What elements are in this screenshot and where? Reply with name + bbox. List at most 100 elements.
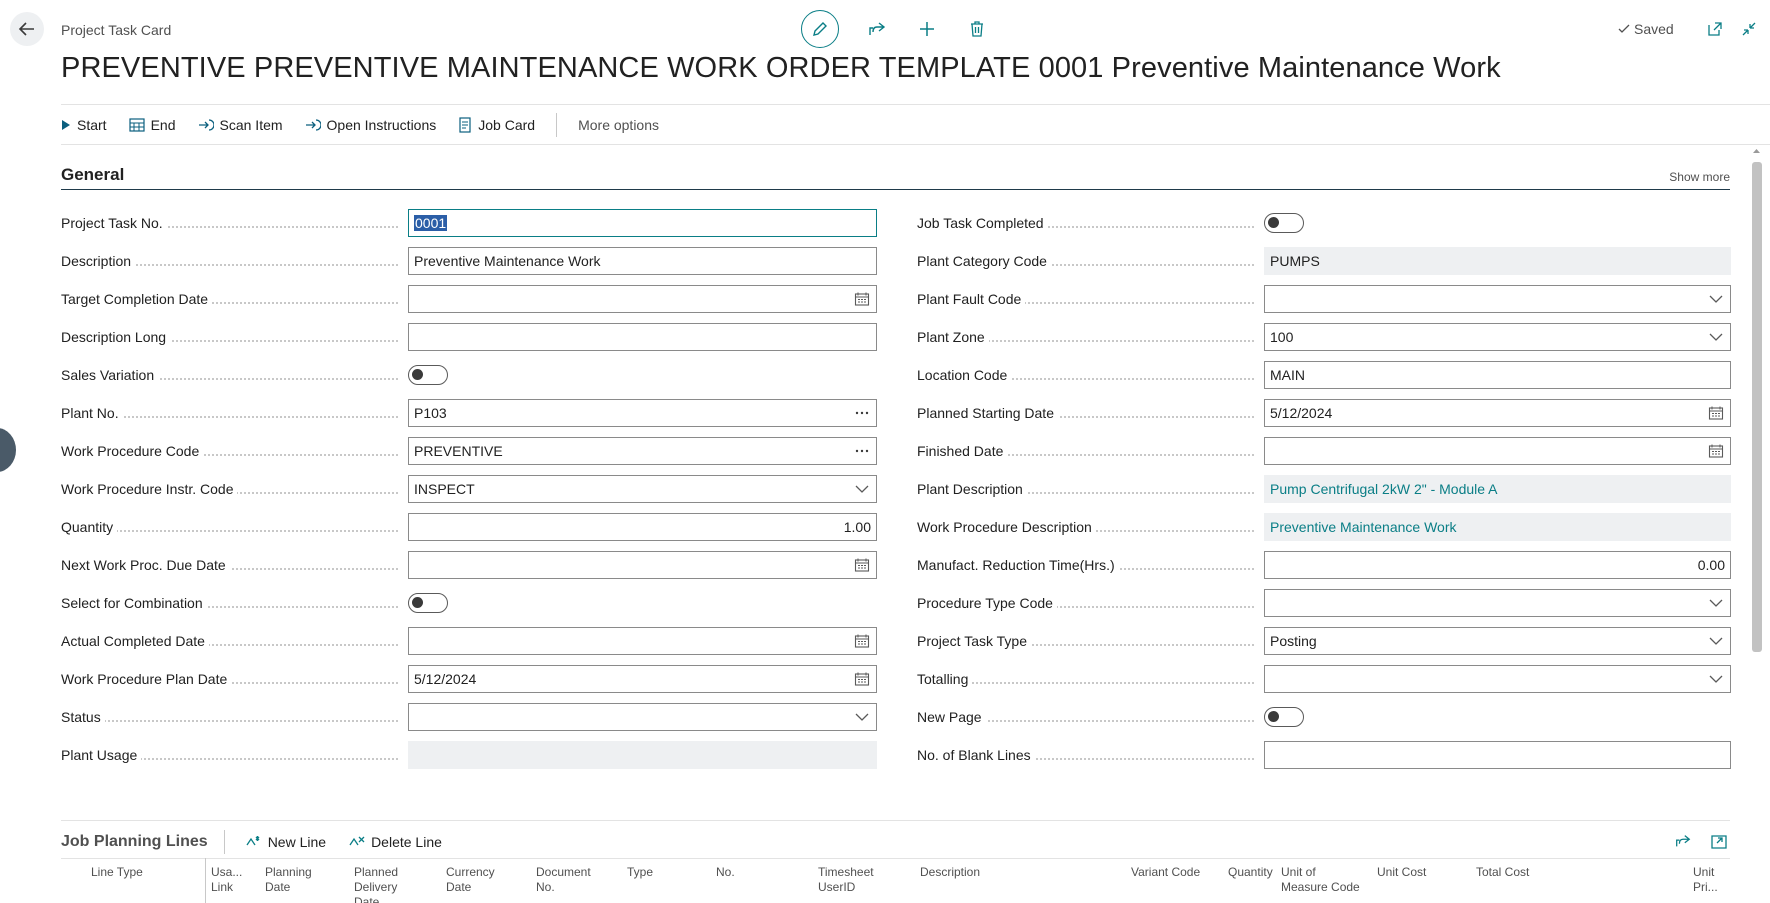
field-icon-button[interactable] [1707,442,1725,460]
field-icon-button[interactable] [853,556,871,574]
date-field[interactable]: 5/12/2024 [408,665,877,693]
field-icon-button[interactable] [1707,328,1725,346]
scroll-up-arrow-icon[interactable] [1752,146,1761,156]
select-field[interactable]: Posting [1264,627,1731,655]
ellipsis-icon [855,411,869,415]
share-button[interactable] [865,17,889,41]
field-icon-button[interactable] [1707,594,1725,612]
field-icon-button[interactable] [853,480,871,498]
select-field[interactable] [1264,665,1731,693]
text-field[interactable]: Preventive Maintenance Work [408,247,877,275]
column-header[interactable]: Planned Delivery Date [354,865,398,903]
column-header[interactable]: Unit of Measure Code [1281,865,1360,895]
share-icon[interactable] [1674,832,1692,850]
collapse-icon[interactable] [1740,20,1758,38]
date-field[interactable] [408,551,877,579]
breadcrumb: Project Task Card [61,22,172,38]
text-field[interactable]: P103 [408,399,877,427]
field-icon-button[interactable] [853,404,871,422]
field-icon-button[interactable] [853,442,871,460]
text-field[interactable] [408,323,877,351]
field-icon-button[interactable] [1707,404,1725,422]
text-field[interactable]: MAIN [1264,361,1731,389]
column-header[interactable]: Variant Code [1131,865,1200,880]
expand-icon[interactable] [1710,832,1728,850]
document-icon [459,117,471,133]
column-header[interactable]: Usa... Link [211,865,242,895]
enter-arrow-icon [305,119,321,131]
field-label: New Page [917,709,986,725]
field-icon-button[interactable] [1707,670,1725,688]
new-line-button[interactable]: New Line [245,834,326,850]
new-button[interactable] [915,17,939,41]
field-icon-button[interactable] [853,670,871,688]
column-header[interactable]: Line Type [91,865,143,880]
text-field[interactable]: PREVENTIVE [408,437,877,465]
column-header[interactable]: No. [716,865,735,880]
text-field[interactable]: 0001 [408,209,877,237]
column-header[interactable]: Description [920,865,980,880]
side-panel-handle[interactable] [0,428,16,472]
toggle-switch[interactable] [408,593,448,613]
section-title[interactable]: General [61,165,124,185]
field-icon-button[interactable] [853,708,871,726]
more-options-button[interactable]: More options [578,117,659,133]
start-label: Start [77,117,107,133]
calendar-grid-icon [128,118,145,132]
column-header[interactable]: Total Cost [1476,865,1529,880]
job-planning-lines-header: Line Type Usa... Link Planning Date Planned… [61,858,1730,903]
column-header[interactable]: Currency Date [446,865,495,895]
column-header[interactable]: Type [627,865,653,880]
back-button[interactable] [10,12,44,46]
field-icon-button[interactable] [1707,290,1725,308]
open-new-window-icon[interactable] [1706,20,1724,38]
date-field[interactable] [408,627,877,655]
text-field[interactable] [1264,741,1731,769]
text-field[interactable]: 0.00 [1264,551,1731,579]
toggle-switch[interactable] [408,365,448,385]
field-row: Description Long [61,323,877,351]
select-field[interactable]: 100 [1264,323,1731,351]
edit-button[interactable] [801,10,839,48]
date-field[interactable] [408,285,877,313]
job-card-action[interactable]: Job Card [458,117,535,133]
column-header[interactable]: Quantity [1228,865,1273,880]
select-field[interactable]: INSPECT [408,475,877,503]
show-more-link[interactable]: Show more [1669,170,1730,184]
field-icon-button[interactable] [853,290,871,308]
toggle-switch[interactable] [1264,213,1304,233]
delete-line-button[interactable]: Delete Line [348,834,442,850]
field-icon-button[interactable] [1707,632,1725,650]
chevron-down-icon [1709,599,1723,607]
field-icon-button[interactable] [853,632,871,650]
end-action[interactable]: End [128,117,176,133]
checkmark-icon [1618,24,1630,33]
field-row: Finished Date [917,437,1731,465]
toggle-knob [412,597,423,608]
calendar-icon [1708,406,1724,420]
scrollbar-thumb[interactable] [1752,162,1762,652]
column-header[interactable]: Timesheet UserID [818,865,874,895]
calendar-icon [854,292,870,306]
open-instructions-label: Open Instructions [326,117,437,133]
job-planning-lines-title[interactable]: Job Planning Lines [61,833,208,851]
date-field[interactable] [1264,437,1731,465]
select-field[interactable] [408,703,877,731]
scan-item-action[interactable]: Scan Item [198,117,283,133]
open-instructions-action[interactable]: Open Instructions [305,117,437,133]
delete-button[interactable] [965,17,989,41]
select-field[interactable] [1264,589,1731,617]
vertical-scrollbar[interactable] [1750,146,1763,903]
column-header[interactable]: Planning Date [265,865,312,895]
column-header[interactable]: Document No. [536,865,591,895]
saved-label: Saved [1634,21,1674,37]
toggle-switch[interactable] [1264,707,1304,727]
chevron-down-icon [855,713,869,721]
jpl-divider [223,830,225,854]
column-header[interactable]: Unit Pri... [1693,865,1730,895]
date-field[interactable]: 5/12/2024 [1264,399,1731,427]
text-field[interactable]: 1.00 [408,513,877,541]
select-field[interactable] [1264,285,1731,313]
start-action[interactable]: Start [61,117,107,133]
column-header[interactable]: Unit Cost [1377,865,1426,880]
